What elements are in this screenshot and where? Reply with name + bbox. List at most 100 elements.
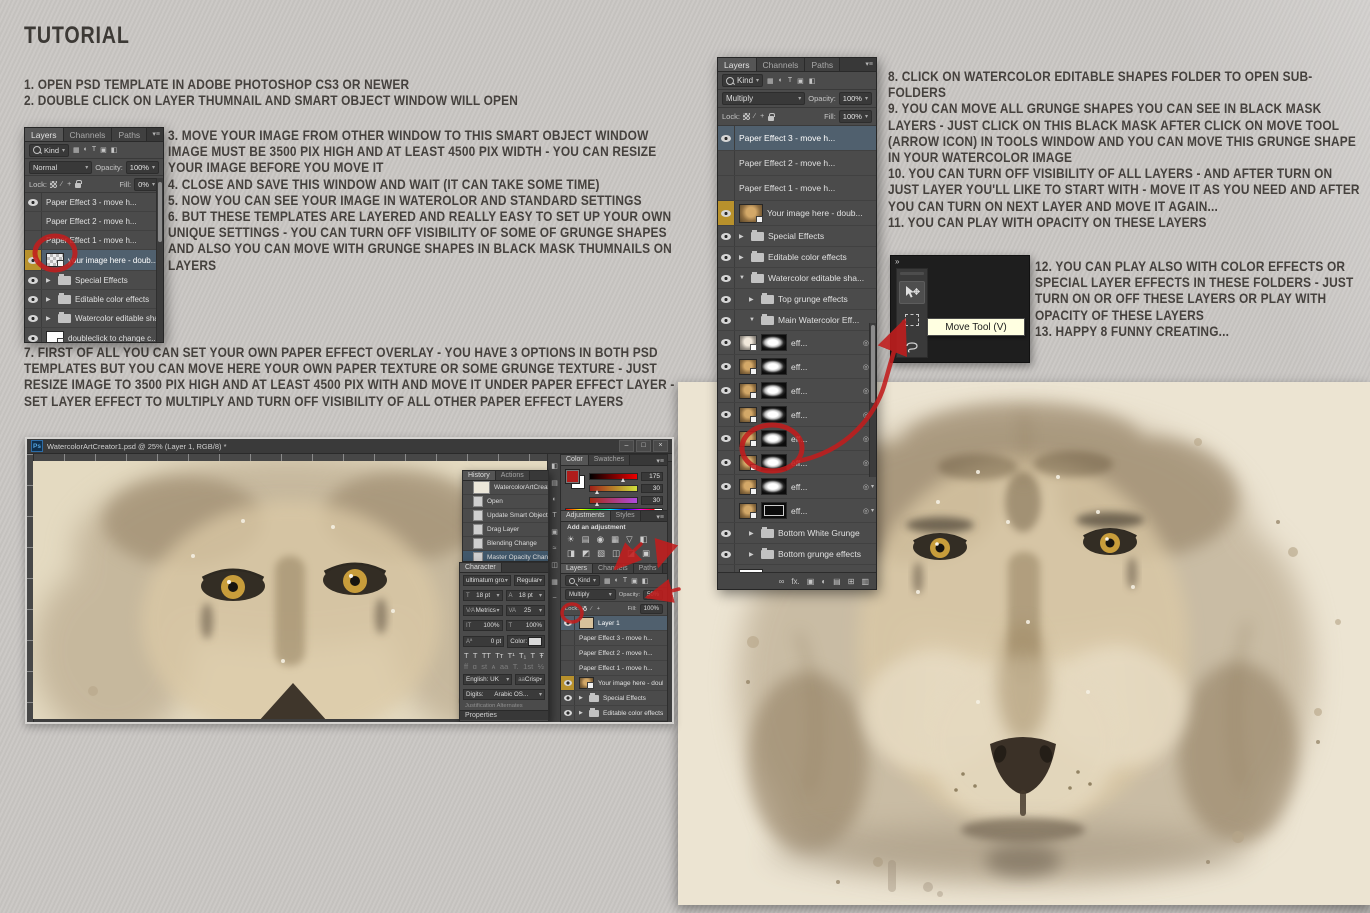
layer-row-body[interactable]: Paper Effect 2 - move h... <box>42 217 163 226</box>
layer-thumbnail[interactable] <box>739 503 757 519</box>
layer-thumbnail[interactable] <box>739 407 757 423</box>
navigator-panel-icon[interactable]: ◧ <box>551 462 558 470</box>
layer-row-body[interactable]: Layer 1 <box>575 617 667 629</box>
layer-row-body[interactable]: Paper Effect 1 - move h... <box>575 665 667 672</box>
opentype-button[interactable]: st <box>481 662 487 671</box>
opentype-button[interactable]: ff <box>464 662 468 671</box>
opacity-field[interactable]: 100%▾ <box>839 92 872 105</box>
type-style-button[interactable]: T <box>530 651 535 660</box>
layer-row[interactable]: ▶Bottom grunge effects <box>718 544 876 565</box>
type-style-button[interactable]: Ŧ <box>539 651 544 660</box>
lock-transparency-icon[interactable] <box>50 181 57 188</box>
layer-style-icon[interactable]: fx. <box>791 577 799 586</box>
opentype-button[interactable]: ᴀ <box>492 662 496 671</box>
layer-visibility-toggle[interactable] <box>718 331 735 354</box>
layer-visibility-toggle[interactable] <box>561 631 575 645</box>
opentype-button[interactable]: aa <box>500 662 508 671</box>
layer-row[interactable]: Paper Effect 2 - move h... <box>561 646 667 661</box>
lock-paint-icon[interactable]: ∕ <box>753 113 756 120</box>
history-state[interactable]: Open <box>463 495 548 509</box>
black-white-icon[interactable]: ◩ <box>582 548 590 559</box>
layer-row[interactable]: ▶Top grunge effects <box>718 289 876 310</box>
tab-swatches[interactable]: Swatches <box>589 455 630 465</box>
layer-row[interactable]: Paper Effect 3 - move h... <box>25 193 163 212</box>
type-style-button[interactable]: T <box>464 651 469 660</box>
language-select[interactable]: English: UK▾ <box>463 674 512 685</box>
filter-kind-select[interactable]: Kind▾ <box>565 575 600 586</box>
tab-adjustments[interactable]: Adjustments <box>561 511 611 521</box>
layer-mask-thumbnail[interactable] <box>761 430 787 447</box>
opacity-field[interactable]: 100%▾ <box>126 161 159 174</box>
layer-row-body[interactable]: Paper Effect 2 - move h... <box>575 650 667 657</box>
close-button[interactable]: × <box>653 440 668 452</box>
rectangular-marquee-tool-button[interactable] <box>900 310 924 331</box>
delete-layer-icon[interactable]: ▥ <box>861 577 869 586</box>
layer-mask-thumbnail[interactable] <box>761 406 787 423</box>
color-balance-icon[interactable]: ◨ <box>567 548 575 559</box>
layer-visibility-toggle[interactable] <box>718 151 735 175</box>
adjustment-layer-icon[interactable]: ◐ <box>821 577 826 586</box>
tracking-field[interactable]: VA25▾ <box>506 605 546 616</box>
tab-layers[interactable]: Layers <box>25 128 64 141</box>
layer-row-body[interactable]: ▶Special Effects <box>42 276 163 285</box>
justification-alternates-checkbox[interactable]: Justification Alternates <box>460 702 548 710</box>
layer-row-body[interactable]: ▼Watercolor editable sha... <box>735 273 876 283</box>
scrollbar[interactable] <box>156 178 163 342</box>
levels-icon[interactable]: ▤ <box>582 534 590 545</box>
expand-triangle-icon[interactable]: ▶ <box>46 277 54 284</box>
baseline-shift-field[interactable]: Aª0 pt <box>463 636 504 647</box>
layer-thumbnail[interactable] <box>579 677 594 689</box>
layer-visibility-toggle[interactable] <box>25 212 42 230</box>
layer-row-body[interactable]: eff... <box>735 430 863 447</box>
type-layer-filter-icon[interactable]: T <box>622 577 628 585</box>
layer-visibility-toggle[interactable] <box>718 544 735 564</box>
green-slider[interactable]: 30 <box>589 484 663 493</box>
layer-visibility-toggle[interactable] <box>718 475 735 498</box>
opentype-button[interactable]: T. <box>513 662 519 671</box>
layer-visibility-toggle[interactable] <box>561 676 575 690</box>
layer-visibility-toggle[interactable] <box>561 616 575 630</box>
layer-row-body[interactable]: eff... <box>735 478 863 495</box>
layer-row-body[interactable]: ▼Main Watercolor Eff... <box>735 315 876 325</box>
tab-actions[interactable]: Actions <box>496 471 530 480</box>
maximize-button[interactable]: □ <box>636 440 651 452</box>
filter-kind-select[interactable]: Kind▾ <box>722 74 763 87</box>
layer-visibility-toggle[interactable] <box>718 268 735 288</box>
tab-channels[interactable]: Channels <box>757 58 806 71</box>
history-state[interactable]: Update Smart Objects <box>463 509 548 523</box>
layer-visibility-toggle[interactable] <box>561 721 575 722</box>
lock-position-icon[interactable]: + <box>66 181 72 188</box>
clone-source-panel-icon[interactable]: ◫ <box>551 561 558 569</box>
digits-select[interactable]: Digits:Arabic OS...▾ <box>463 689 545 700</box>
layer-visibility-toggle[interactable] <box>718 499 735 522</box>
panel-menu-icon[interactable]: ▾≡ <box>862 58 876 71</box>
expand-triangle-icon[interactable]: ▶ <box>749 551 757 558</box>
tab-paths[interactable]: Paths <box>805 58 840 71</box>
expand-triangle-icon[interactable]: ▶ <box>749 296 757 303</box>
history-state[interactable]: Drag Layer <box>463 523 548 537</box>
horizontal-scale-field[interactable]: T100% <box>506 620 546 631</box>
history-snapshot[interactable]: WatercolorArtCreator1.psd <box>463 481 548 495</box>
layer-row[interactable]: Layer 1 <box>561 616 667 631</box>
panel-menu-icon[interactable]: ▾≡ <box>149 128 163 141</box>
layer-row-body[interactable]: Paper Effect 3 - move h... <box>575 635 667 642</box>
layer-row[interactable]: eff...◎▾ <box>718 331 876 355</box>
tab-color[interactable]: Color <box>561 455 589 465</box>
layer-visibility-toggle[interactable] <box>25 309 42 327</box>
layer-visibility-toggle[interactable] <box>718 523 735 543</box>
layer-row-body[interactable]: eff... <box>735 358 863 375</box>
layer-row[interactable]: ▶Watercolor editable sha... <box>25 309 163 328</box>
layer-row[interactable]: ▶Special Effects <box>25 271 163 290</box>
type-style-button[interactable]: TT <box>482 651 491 660</box>
layer-thumbnail[interactable] <box>46 331 64 343</box>
layer-thumbnail[interactable] <box>739 383 757 399</box>
layer-row[interactable]: Paper Effect 1 - move h... <box>718 176 876 201</box>
layer-thumbnail[interactable] <box>739 359 757 375</box>
layer-row-body[interactable]: Your image here - doub... <box>735 204 876 223</box>
move-tool-button[interactable] <box>899 281 925 304</box>
layer-mask-thumbnail[interactable] <box>761 478 787 495</box>
layer-row[interactable]: eff...◎▾ <box>718 427 876 451</box>
lock-position-icon[interactable]: + <box>596 606 601 612</box>
tab-layers[interactable]: Layers <box>718 58 757 71</box>
styles-panel-icon[interactable]: ▣ <box>551 528 558 536</box>
